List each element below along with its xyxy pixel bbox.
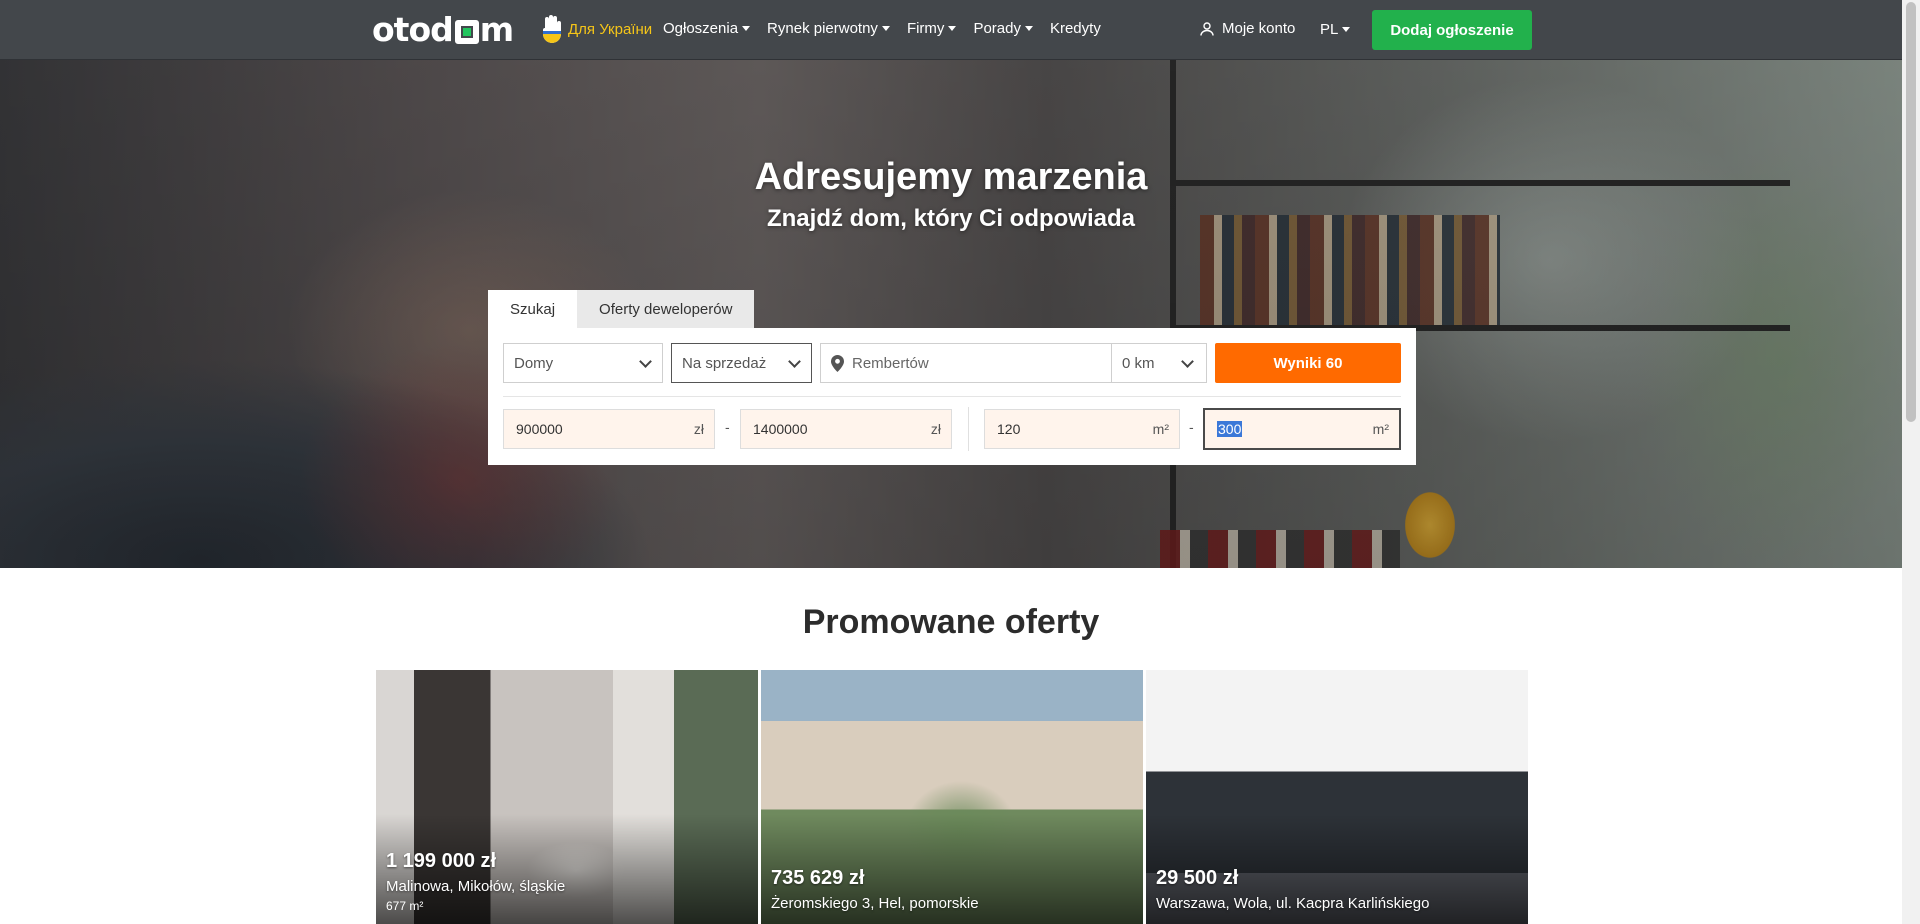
hand-icon — [543, 15, 561, 43]
offer-address: Malinowa, Mikołów, śląskie — [386, 878, 566, 895]
nav-label: Rynek pierwotny — [767, 20, 878, 37]
distance-select[interactable]: 0 km — [1111, 343, 1207, 383]
offer-card[interactable]: 1 199 000 zł Malinowa, Mikołów, śląskie … — [376, 670, 758, 924]
caret-down-icon — [1024, 26, 1033, 31]
property-type-select[interactable]: Domy — [503, 343, 663, 383]
results-button[interactable]: Wyniki 60 — [1215, 343, 1401, 383]
language-label: PL — [1320, 21, 1339, 38]
nav-rynek-pierwotny[interactable]: Rynek pierwotny — [767, 20, 890, 37]
my-account-label: Moje konto — [1222, 20, 1296, 37]
panel-divider — [503, 396, 1401, 397]
area-unit: m² — [1372, 421, 1389, 437]
page-scrollbar-thumb[interactable] — [1906, 2, 1916, 422]
language-selector[interactable]: PL — [1320, 21, 1351, 38]
area-to-value: 300 — [1217, 421, 1243, 437]
hero-subtitle: Znajdź dom, który Ci odpowiada — [766, 205, 1135, 232]
offer-card[interactable]: 735 629 zł Żeromskiego 3, Hel, pomorskie — [761, 670, 1143, 924]
nav-label: Kredyty — [1049, 20, 1101, 37]
offer-price: 735 629 zł — [771, 867, 865, 889]
main-nav: Ogłoszenia Rynek pierwotny Firmy Porady … — [663, 20, 1101, 37]
area-unit: m² — [1152, 421, 1169, 437]
price-to-value: 1400000 — [753, 421, 808, 437]
nav-kredyty[interactable]: Kredyty — [1050, 20, 1101, 37]
ukraine-link[interactable]: Для України — [540, 14, 652, 44]
area-to-input[interactable]: 300 m² — [1203, 408, 1401, 450]
search-tabs: Szukaj Oferty deweloperów — [488, 290, 755, 328]
promoted-offers-title: Promowane oferty — [802, 603, 1100, 641]
price-from-value: 900000 — [516, 421, 563, 437]
caret-down-icon — [948, 26, 957, 31]
chevron-down-icon — [1181, 355, 1194, 368]
caret-down-icon — [881, 26, 890, 31]
price-range-dash: - — [725, 419, 730, 435]
area-range-dash: - — [1189, 419, 1194, 435]
area-from-input[interactable]: 120 m² — [984, 409, 1180, 449]
transaction-value: Na sprzedaż — [682, 354, 767, 372]
nav-label: Firmy — [906, 20, 945, 37]
offer-address: Warszawa, Wola, ul. Kacpra Karlińskiego — [1156, 895, 1430, 912]
otodom-logo[interactable]: otod m — [372, 9, 514, 49]
hero-overlay — [0, 60, 1902, 568]
offer-address: Żeromskiego 3, Hel, pomorskie — [771, 895, 979, 912]
tab-szukaj[interactable]: Szukaj — [488, 290, 578, 328]
price-unit: zł — [930, 421, 941, 437]
transaction-select[interactable]: Na sprzedaż — [671, 343, 812, 383]
offer-card[interactable]: 29 500 zł Warszawa, Wola, ul. Kacpra Kar… — [1146, 670, 1528, 924]
nav-porady[interactable]: Porady — [973, 20, 1033, 37]
nav-ogloszenia[interactable]: Ogłoszenia — [663, 20, 751, 37]
nav-label: Porady — [973, 20, 1021, 37]
chevron-down-icon — [788, 355, 801, 368]
panel-divider-vertical — [968, 407, 969, 451]
hero-banner: Adresujemy marzenia Znajdź dom, który Ci… — [0, 60, 1902, 568]
search-panel: Domy Na sprzedaż Rembertów 0 km Wyniki 6… — [488, 328, 1416, 465]
my-account-link[interactable]: Moje konto — [1200, 20, 1295, 37]
nav-firmy[interactable]: Firmy — [907, 20, 957, 37]
distance-value: 0 km — [1122, 354, 1155, 372]
property-type-value: Domy — [514, 354, 554, 372]
offer-price: 29 500 zł — [1156, 867, 1239, 889]
area-from-value: 120 — [997, 421, 1021, 437]
offer-area: 677 m² — [386, 899, 424, 913]
logo-text: otod m — [372, 9, 514, 49]
nav-label: Ogłoszenia — [663, 20, 739, 37]
caret-down-icon — [1342, 27, 1351, 32]
chevron-down-icon — [639, 355, 652, 368]
price-unit: zł — [693, 421, 704, 437]
hero-title: Adresujemy marzenia — [754, 156, 1148, 198]
caret-down-icon — [742, 26, 751, 31]
tab-oferty-deweloperow[interactable]: Oferty deweloperów — [577, 290, 755, 328]
location-value: Rembertów — [852, 354, 929, 372]
price-to-input[interactable]: 1400000 zł — [740, 409, 952, 449]
ukraine-link-label: Для України — [568, 20, 653, 38]
top-navbar: otod m Для України Ogłoszenia Rynek pierw… — [0, 0, 1902, 60]
offer-price: 1 199 000 zł — [386, 850, 497, 872]
user-icon — [1200, 21, 1214, 36]
location-input[interactable]: Rembertów — [820, 343, 1112, 383]
price-from-input[interactable]: 900000 zł — [503, 409, 715, 449]
add-listing-button[interactable]: Dodaj ogłoszenie — [1372, 10, 1532, 50]
location-pin-icon — [831, 354, 844, 372]
